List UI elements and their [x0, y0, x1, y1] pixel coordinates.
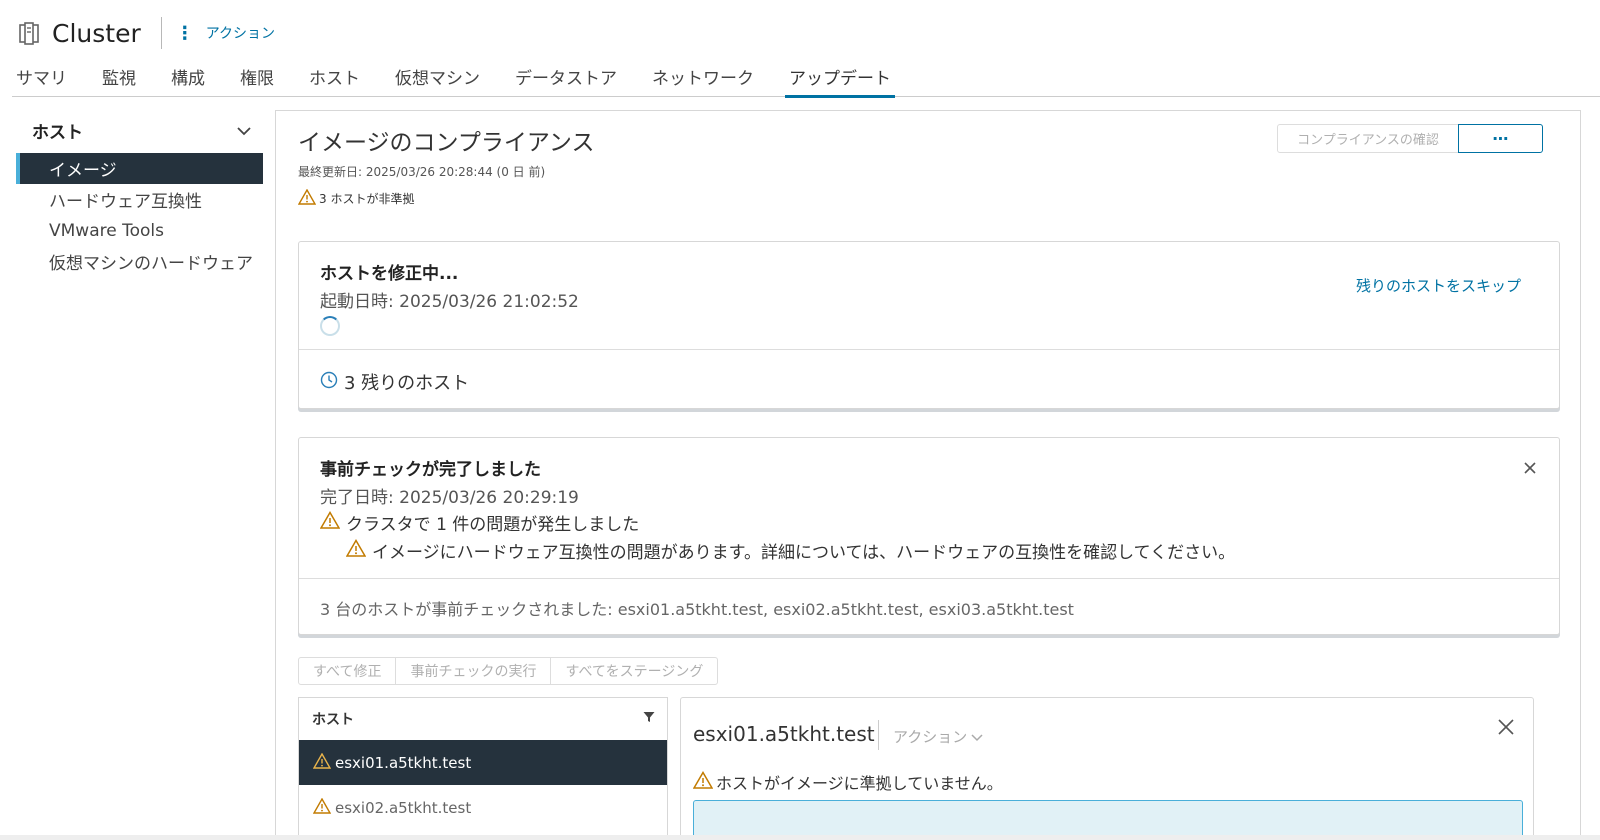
tab-bar: サマリ 監視 構成 権限 ホスト 仮想マシン データストア ネットワーク アップ…	[12, 60, 1600, 98]
precheck-card: 事前チェックが完了しました 完了日時: 2025/03/26 20:29:19 …	[298, 437, 1560, 635]
stage-all-button[interactable]: すべてをステージング	[551, 658, 717, 684]
run-precheck-button[interactable]: 事前チェックの実行	[396, 658, 552, 684]
precheck-title: 事前チェックが完了しました	[320, 460, 541, 480]
sidebar-item-vm-hardware[interactable]: 仮想マシンのハードウェア	[16, 246, 263, 277]
main-panel: イメージのコンプライアンス 最終更新日: 2025/03/26 20:28:44…	[275, 110, 1581, 840]
more-options-button[interactable]: ⋯	[1458, 124, 1543, 153]
card-divider	[299, 349, 1559, 350]
tab-networks[interactable]: ネットワーク	[648, 60, 758, 97]
detail-actions-dropdown[interactable]: アクション	[893, 726, 983, 747]
host-list-row[interactable]: esxi01.a5tkht.test	[299, 740, 667, 785]
tab-permissions[interactable]: 権限	[236, 60, 278, 97]
bulk-action-buttons: すべて修正 事前チェックの実行 すべてをステージング	[298, 657, 719, 685]
host-name: esxi01.a5tkht.test	[335, 753, 472, 772]
skip-remaining-hosts-link[interactable]: 残りのホストをスキップ	[1356, 275, 1521, 296]
header-divider	[160, 17, 162, 49]
sidebar-nav: イメージ ハードウェア互換性 VMware Tools 仮想マシンのハードウェア	[16, 153, 263, 277]
tab-vms[interactable]: 仮想マシン	[391, 60, 484, 97]
remediation-card: ホストを修正中... 起動日時: 2025/03/26 21:02:52 残りの…	[298, 241, 1560, 409]
detail-message-text: ホストがイメージに準拠していません。	[716, 774, 1003, 793]
prechecked-hosts-text: 3 台のホストが事前チェックされました: esxi01.a5tkht.test,…	[320, 600, 1074, 619]
issue-summary-text: クラスタで 1 件の問題が発生しました	[346, 515, 640, 535]
page-title: Cluster	[52, 18, 141, 48]
host-column-header: ホスト	[312, 712, 354, 728]
close-icon[interactable]	[1497, 718, 1515, 740]
detail-divider	[878, 720, 879, 750]
object-header: Cluster ⋮ アクション	[16, 16, 275, 50]
sidebar-item-hardware-compatibility[interactable]: ハードウェア互換性	[16, 184, 263, 215]
tab-datastores[interactable]: データストア	[511, 60, 621, 97]
check-compliance-button[interactable]: コンプライアンスの確認	[1277, 124, 1459, 153]
remaining-hosts: 3 残りのホスト	[320, 369, 469, 395]
warning-icon	[345, 539, 367, 562]
loading-spinner-icon	[320, 316, 340, 336]
issue-summary: クラスタで 1 件の問題が発生しました	[319, 510, 640, 535]
remaining-hosts-text: 3 残りのホスト	[344, 373, 470, 394]
tab-hosts[interactable]: ホスト	[305, 60, 364, 97]
host-list-row[interactable]: esxi02.a5tkht.test	[299, 785, 667, 830]
noncompliant-text: 3 ホストが非準拠	[319, 192, 415, 206]
last-updated-text: 最終更新日: 2025/03/26 20:28:44 (0 日 前)	[298, 165, 546, 179]
host-detail-pane: esxi01.a5tkht.test アクション ホストがイメージに準拠していま…	[680, 697, 1534, 840]
cluster-icon	[16, 20, 42, 46]
card-divider	[299, 578, 1559, 579]
chevron-down-icon	[971, 728, 983, 746]
remediate-all-button[interactable]: すべて修正	[299, 658, 397, 684]
detail-noncompliant-message: ホストがイメージに準拠していません。	[692, 770, 1003, 794]
sidebar-item-vmware-tools[interactable]: VMware Tools	[16, 215, 263, 246]
tab-summary[interactable]: サマリ	[12, 60, 71, 97]
detail-host-name: esxi01.a5tkht.test	[693, 722, 875, 746]
close-icon[interactable]	[1523, 460, 1537, 479]
bottom-bar	[0, 835, 1600, 840]
tab-configure[interactable]: 構成	[167, 60, 209, 97]
warning-icon	[297, 188, 317, 208]
warning-icon	[312, 752, 332, 773]
sidebar-section-hosts[interactable]: ホスト	[32, 118, 252, 143]
clock-icon	[320, 371, 338, 394]
host-list-header: ホスト	[299, 698, 667, 740]
warning-icon	[312, 797, 332, 818]
host-name: esxi02.a5tkht.test	[335, 798, 472, 817]
detail-actions-label: アクション	[893, 728, 968, 746]
section-title: イメージのコンプライアンス	[298, 130, 595, 156]
info-box	[693, 800, 1523, 840]
actions-menu-link[interactable]: アクション	[206, 23, 275, 43]
remediation-title: ホストを修正中...	[320, 264, 459, 284]
chevron-down-icon[interactable]	[236, 121, 252, 141]
host-list: ホスト esxi01.a5tkht.test esxi02.a5tkht.tes…	[298, 697, 668, 840]
filter-icon[interactable]	[643, 711, 655, 727]
remediation-start-time: 起動日時: 2025/03/26 21:02:52	[320, 292, 579, 312]
tab-monitor[interactable]: 監視	[98, 60, 140, 97]
noncompliant-status: 3 ホストが非準拠	[297, 188, 415, 208]
issue-detail: イメージにハードウェア互換性の問題があります。詳細については、ハードウェアの互換…	[345, 538, 1236, 563]
warning-icon	[692, 771, 714, 793]
sidebar-item-image[interactable]: イメージ	[16, 153, 263, 184]
precheck-completed-time: 完了日時: 2025/03/26 20:29:19	[320, 488, 579, 508]
tab-updates[interactable]: アップデート	[785, 60, 895, 98]
actions-kebab-icon[interactable]: ⋮	[176, 23, 194, 44]
sidebar-section-title: ホスト	[32, 123, 83, 143]
warning-icon	[319, 511, 341, 534]
issue-detail-text: イメージにハードウェア互換性の問題があります。詳細については、ハードウェアの互換…	[372, 543, 1236, 563]
